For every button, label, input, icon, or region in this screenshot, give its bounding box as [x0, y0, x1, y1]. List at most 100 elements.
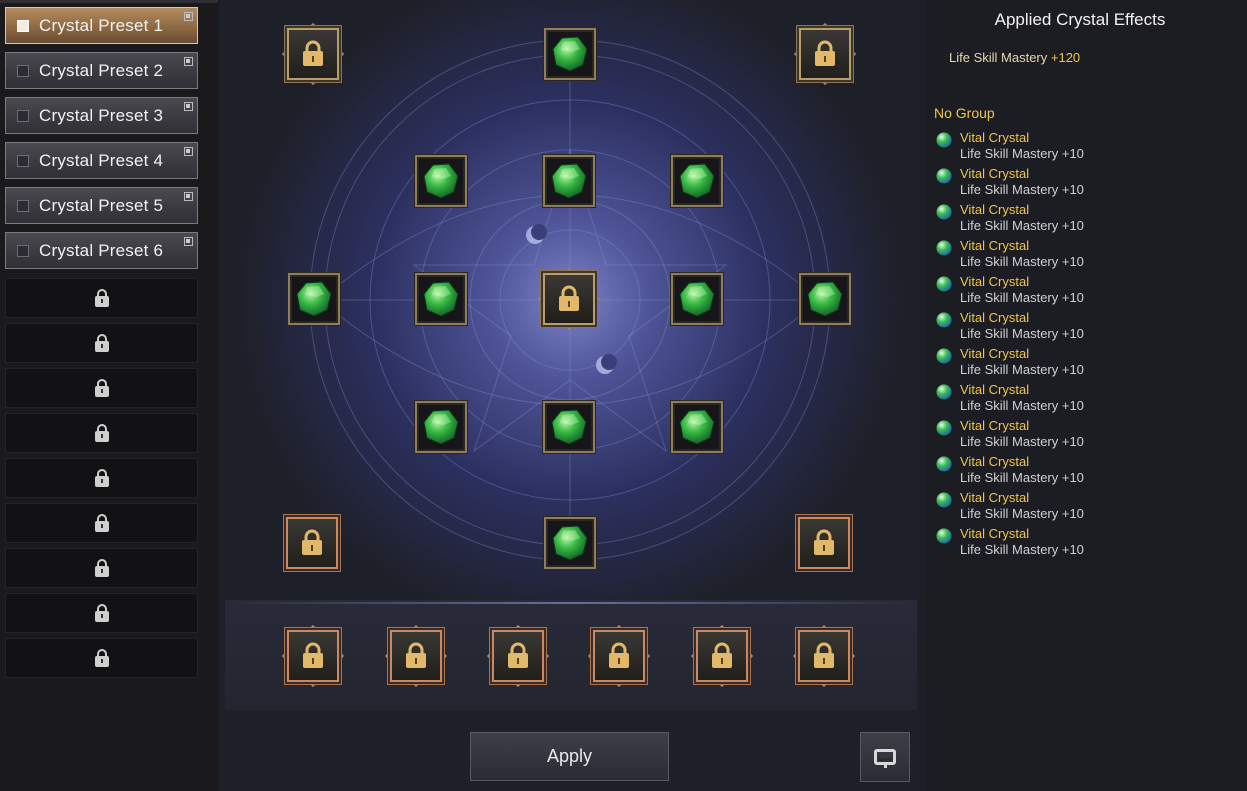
- crystal-orb-icon: [936, 420, 952, 436]
- effect-crystal-name: Vital Crystal: [960, 346, 1030, 361]
- effect-item: Vital Crystal Life Skill Mastery +10: [935, 453, 1235, 487]
- effect-crystal-name: Vital Crystal: [960, 274, 1030, 289]
- effect-item: Vital Crystal Life Skill Mastery +10: [935, 309, 1235, 343]
- locked-extra-slot: [390, 630, 442, 682]
- preset-checkbox[interactable]: [17, 109, 29, 122]
- effect-crystal-name: Vital Crystal: [960, 418, 1030, 433]
- crystal-orb-icon: [936, 528, 952, 544]
- preset-checkbox[interactable]: [17, 199, 29, 212]
- effect-value: Life Skill Mastery +10: [960, 470, 1084, 485]
- crystal-orb-icon: [936, 204, 952, 220]
- lock-icon: [94, 424, 109, 442]
- padlock-icon: [712, 642, 732, 668]
- locked-crystal-slot: [287, 28, 339, 80]
- padlock-icon: [814, 529, 834, 555]
- effect-item: Vital Crystal Life Skill Mastery +10: [935, 525, 1235, 559]
- preset-item-3[interactable]: Crystal Preset 3: [5, 97, 198, 134]
- locked-crystal-slot: [543, 273, 595, 325]
- crystal-orb-icon: [936, 456, 952, 472]
- crystal-orb-icon: [936, 312, 952, 328]
- apply-button[interactable]: Apply: [470, 732, 669, 781]
- crystal-slot[interactable]: [799, 273, 851, 325]
- crystal-slot[interactable]: [415, 155, 467, 207]
- effect-value: Life Skill Mastery +10: [960, 254, 1084, 269]
- preset-label: Crystal Preset 1: [39, 15, 164, 35]
- crystal-slot[interactable]: [288, 273, 340, 325]
- green-crystal-icon: [679, 163, 715, 199]
- row-divider: [225, 602, 917, 604]
- effect-item: Vital Crystal Life Skill Mastery +10: [935, 489, 1235, 523]
- rename-icon[interactable]: [184, 57, 193, 66]
- green-crystal-icon: [807, 281, 843, 317]
- crystal-slot[interactable]: [671, 273, 723, 325]
- crystal-slot[interactable]: [544, 517, 596, 569]
- effect-item: Vital Crystal Life Skill Mastery +10: [935, 129, 1235, 163]
- effects-panel: Applied Crystal Effects Life Skill Maste…: [925, 0, 1247, 791]
- locked-preset-slot: [5, 278, 198, 318]
- effect-value: Life Skill Mastery +10: [960, 218, 1084, 233]
- effect-crystal-name: Vital Crystal: [960, 454, 1030, 469]
- green-crystal-icon: [552, 525, 588, 561]
- preset-checkbox[interactable]: [17, 19, 29, 32]
- rename-icon[interactable]: [184, 237, 193, 246]
- padlock-icon: [303, 40, 323, 66]
- green-crystal-icon: [552, 36, 588, 72]
- padlock-icon: [303, 642, 323, 668]
- total-stat-value: +120: [1050, 50, 1081, 65]
- locked-crystal-slot: [798, 517, 850, 569]
- preset-item-4[interactable]: Crystal Preset 4: [5, 142, 198, 179]
- preset-item-2[interactable]: Crystal Preset 2: [5, 52, 198, 89]
- crystal-slot[interactable]: [543, 401, 595, 453]
- padlock-icon: [508, 642, 528, 668]
- padlock-icon: [302, 529, 322, 555]
- lock-icon: [94, 514, 109, 532]
- preset-checkbox[interactable]: [17, 154, 29, 167]
- effect-crystal-name: Vital Crystal: [960, 382, 1030, 397]
- rename-icon[interactable]: [184, 102, 193, 111]
- crystal-orb-icon: [936, 384, 952, 400]
- rename-icon[interactable]: [184, 147, 193, 156]
- effect-value: Life Skill Mastery +10: [960, 182, 1084, 197]
- crystal-board: Apply: [220, 0, 925, 791]
- rename-icon[interactable]: [184, 12, 193, 21]
- rename-icon[interactable]: [184, 192, 193, 201]
- inventory-tray-button[interactable]: [860, 732, 910, 782]
- effect-item: Vital Crystal Life Skill Mastery +10: [935, 273, 1235, 307]
- effect-value: Life Skill Mastery +10: [960, 542, 1084, 557]
- padlock-icon: [814, 642, 834, 668]
- effect-value: Life Skill Mastery +10: [960, 506, 1084, 521]
- effect-crystal-name: Vital Crystal: [960, 490, 1030, 505]
- locked-crystal-slot: [799, 28, 851, 80]
- locked-preset-slot: [5, 548, 198, 588]
- locked-extra-slot: [593, 630, 645, 682]
- padlock-icon: [815, 40, 835, 66]
- effect-value: Life Skill Mastery +10: [960, 434, 1084, 449]
- green-crystal-icon: [551, 409, 587, 445]
- panel-top-divider: [0, 0, 218, 3]
- locked-preset-slot: [5, 638, 198, 678]
- effect-item: Vital Crystal Life Skill Mastery +10: [935, 201, 1235, 235]
- locked-preset-slot: [5, 413, 198, 453]
- crystal-slot[interactable]: [671, 155, 723, 207]
- preset-item-5[interactable]: Crystal Preset 5: [5, 187, 198, 224]
- preset-item-6[interactable]: Crystal Preset 6: [5, 232, 198, 269]
- effect-item: Vital Crystal Life Skill Mastery +10: [935, 237, 1235, 271]
- preset-checkbox[interactable]: [17, 244, 29, 257]
- effect-value: Life Skill Mastery +10: [960, 326, 1084, 341]
- effect-value: Life Skill Mastery +10: [960, 290, 1084, 305]
- preset-item-1[interactable]: Crystal Preset 1: [5, 7, 198, 44]
- effect-item: Vital Crystal Life Skill Mastery +10: [935, 417, 1235, 451]
- locked-extra-slot: [287, 630, 339, 682]
- crystal-slot[interactable]: [543, 155, 595, 207]
- green-crystal-icon: [423, 281, 459, 317]
- crystal-slot[interactable]: [415, 401, 467, 453]
- preset-label: Crystal Preset 5: [39, 195, 164, 215]
- locked-preset-slot: [5, 503, 198, 543]
- crystal-orb-icon: [936, 132, 952, 148]
- preset-checkbox[interactable]: [17, 64, 29, 77]
- padlock-icon: [559, 285, 579, 311]
- crystal-slot[interactable]: [544, 28, 596, 80]
- total-effect-line: Life Skill Mastery +120: [949, 50, 1080, 65]
- crystal-slot[interactable]: [671, 401, 723, 453]
- crystal-slot[interactable]: [415, 273, 467, 325]
